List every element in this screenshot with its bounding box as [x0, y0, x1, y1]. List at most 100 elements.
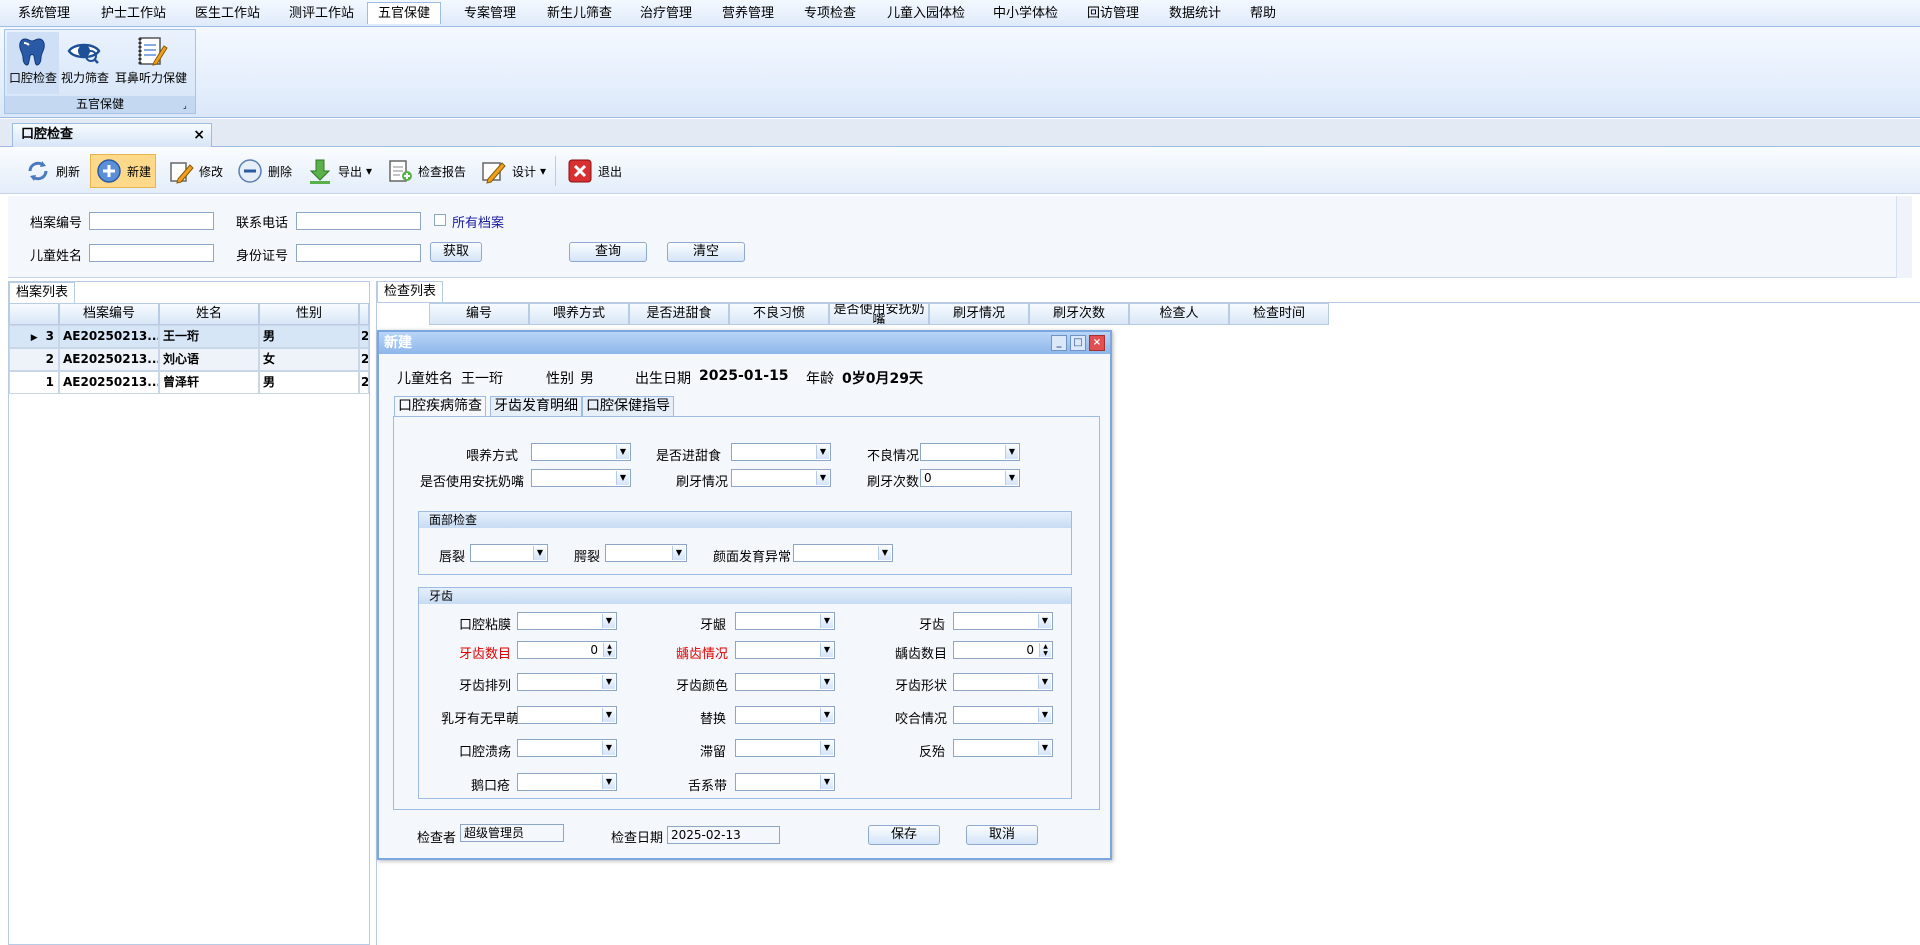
teeth-count-stepper[interactable]: 0 ▲ ▼: [517, 641, 617, 659]
search-panel-scrollbar[interactable]: [1896, 196, 1912, 278]
spin-arrows-icon[interactable]: ▲ ▼: [1039, 643, 1051, 657]
phone-input[interactable]: [296, 212, 421, 230]
check-date-field[interactable]: 2025-02-13: [667, 826, 780, 844]
cancel-button[interactable]: 取消: [966, 825, 1038, 845]
menu-nurse[interactable]: 护士工作站: [91, 3, 176, 25]
oral-check-ribbon-button[interactable]: 口腔检查: [7, 32, 59, 94]
tongue-tie-select[interactable]: ▼: [735, 773, 835, 791]
design-dropdown-icon[interactable]: ▾: [540, 164, 546, 178]
menu-followup[interactable]: 回访管理: [1077, 3, 1149, 25]
pacifier-label: 是否使用安抚奶嘴: [420, 475, 525, 490]
retention-select[interactable]: ▼: [735, 739, 835, 757]
tab-oral-check[interactable]: 口腔检查 ×: [12, 123, 212, 147]
ent-care-ribbon-button[interactable]: 耳鼻听力保健: [109, 32, 193, 94]
refresh-button[interactable]: 刷新: [20, 154, 84, 188]
bad-habit-select[interactable]: ▼: [920, 443, 1020, 461]
clear-button[interactable]: 清空: [667, 242, 745, 262]
menu-special[interactable]: 专项检查: [794, 3, 866, 25]
all-archives-checkbox[interactable]: [434, 214, 446, 226]
col-archive-no[interactable]: 档案编号: [59, 303, 159, 325]
col-gender[interactable]: 性别: [259, 303, 359, 325]
menu-school[interactable]: 中小学体检: [983, 3, 1068, 25]
export-button[interactable]: 导出 ▾: [302, 154, 376, 188]
tab-oral-disease-screening[interactable]: 口腔疾病筛查: [394, 396, 486, 417]
mucosa-select[interactable]: ▼: [517, 612, 617, 630]
check-report-button[interactable]: 检查报告: [382, 154, 470, 188]
palate-cleft-select[interactable]: ▼: [605, 544, 687, 562]
export-dropdown-icon[interactable]: ▾: [366, 164, 372, 178]
sweets-select[interactable]: ▼: [731, 443, 831, 461]
menu-nutrition[interactable]: 营养管理: [712, 3, 784, 25]
exit-button[interactable]: 退出: [562, 154, 626, 188]
all-archives-label[interactable]: 所有档案: [452, 212, 504, 231]
close-tab-icon[interactable]: ×: [193, 124, 205, 146]
new-button[interactable]: 新建: [90, 154, 157, 188]
lip-cleft-select[interactable]: ▼: [470, 544, 548, 562]
gender-value: 男: [580, 371, 594, 387]
brush-times-select[interactable]: 0 ▼: [920, 469, 1020, 487]
col-sweets[interactable]: 是否进甜食: [629, 303, 729, 325]
delete-button[interactable]: 删除: [232, 154, 296, 188]
menu-help[interactable]: 帮助: [1240, 3, 1286, 25]
examiner-field[interactable]: 超级管理员: [460, 824, 564, 842]
minimize-icon[interactable]: _: [1051, 335, 1067, 351]
feeding-select[interactable]: ▼: [531, 443, 631, 461]
gum-select[interactable]: ▼: [735, 612, 835, 630]
save-button[interactable]: 保存: [868, 825, 940, 845]
menu-statistics[interactable]: 数据统计: [1159, 3, 1231, 25]
caries-select[interactable]: ▼: [735, 641, 835, 659]
teeth-select[interactable]: ▼: [953, 612, 1053, 630]
menu-system[interactable]: 系统管理: [8, 3, 80, 25]
menu-treatment[interactable]: 治疗管理: [630, 3, 702, 25]
teeth-shape-select[interactable]: ▼: [953, 673, 1053, 691]
col-check-time[interactable]: 检查时间: [1229, 303, 1329, 325]
pacifier-select[interactable]: ▼: [531, 469, 631, 487]
col-brushing[interactable]: 刷牙情况: [929, 303, 1029, 325]
crossbite-select[interactable]: ▼: [953, 739, 1053, 757]
menu-five-senses[interactable]: 五官保健: [367, 2, 442, 24]
edit-button[interactable]: 修改: [163, 154, 227, 188]
child-name-input[interactable]: [89, 244, 214, 262]
menu-newborn[interactable]: 新生儿筛查: [537, 3, 622, 25]
col-pacifier[interactable]: 是否使用安抚奶嘴: [829, 303, 929, 325]
tab-archive-list[interactable]: 档案列表: [9, 282, 76, 303]
col-name[interactable]: 姓名: [159, 303, 259, 325]
menu-case[interactable]: 专案管理: [454, 3, 526, 25]
close-icon[interactable]: ×: [1089, 335, 1105, 351]
teeth-color-select[interactable]: ▼: [735, 673, 835, 691]
tab-oral-care-guide[interactable]: 口腔保健指导: [582, 396, 674, 416]
caries-count-stepper[interactable]: 0 ▲ ▼: [953, 641, 1053, 659]
query-button[interactable]: 查询: [569, 242, 647, 262]
maximize-icon[interactable]: □: [1070, 335, 1086, 351]
design-button[interactable]: 设计 ▾: [476, 154, 550, 188]
brushing-select[interactable]: ▼: [731, 469, 831, 487]
cell-extra: 2: [359, 371, 369, 394]
vision-screen-ribbon-button[interactable]: 视力筛查: [61, 32, 109, 94]
menu-kindergarten[interactable]: 儿童入园体检: [877, 3, 975, 25]
tab-check-list[interactable]: 检查列表: [377, 281, 444, 302]
bite-select[interactable]: ▼: [953, 706, 1053, 724]
col-id[interactable]: 编号: [429, 303, 529, 325]
early-eruption-select[interactable]: ▼: [517, 706, 617, 724]
dialog-title-bar[interactable]: 新建 _ □ ×: [379, 332, 1110, 354]
col-brush-times[interactable]: 刷牙次数: [1029, 303, 1129, 325]
oral-check-label: 口腔检查: [8, 71, 57, 85]
fetch-button[interactable]: 获取: [430, 242, 482, 262]
menu-evaluation[interactable]: 测评工作站: [279, 3, 364, 25]
alignment-select[interactable]: ▼: [517, 673, 617, 691]
col-bad-habit[interactable]: 不良习惯: [729, 303, 829, 325]
chevron-down-icon: ▼: [820, 708, 833, 722]
archive-no-input[interactable]: [89, 212, 214, 230]
thrush-select[interactable]: ▼: [517, 773, 617, 791]
id-card-input[interactable]: [296, 244, 421, 262]
col-examiner[interactable]: 检查人: [1129, 303, 1229, 325]
check-date-label: 检查日期: [611, 831, 664, 846]
face-dev-select[interactable]: ▼: [793, 544, 893, 562]
ulcer-select[interactable]: ▼: [517, 739, 617, 757]
replace-select[interactable]: ▼: [735, 706, 835, 724]
col-feeding[interactable]: 喂养方式: [529, 303, 629, 325]
tab-teeth-development[interactable]: 牙齿发育明细: [490, 396, 582, 416]
menu-doctor[interactable]: 医生工作站: [185, 3, 270, 25]
spin-arrows-icon[interactable]: ▲ ▼: [603, 643, 615, 657]
ribbon-expand-icon[interactable]: ⌟: [183, 101, 192, 110]
